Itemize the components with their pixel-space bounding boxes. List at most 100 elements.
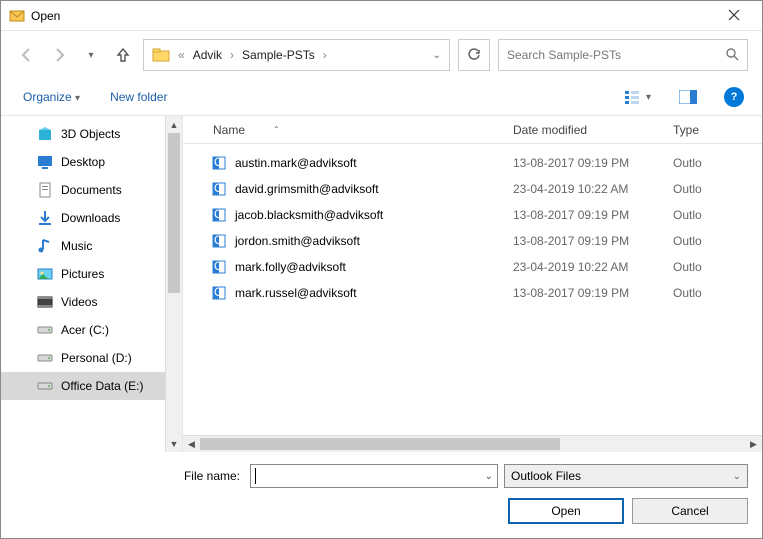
organize-button[interactable]: Organize ▾ <box>19 86 84 108</box>
search-placeholder: Search Sample-PSTs <box>507 48 725 62</box>
col-name[interactable]: Name⌃ <box>183 123 513 137</box>
file-type: Outlo <box>673 156 762 170</box>
folder-icon <box>37 378 53 394</box>
svg-text:O: O <box>214 207 223 221</box>
svg-text:O: O <box>214 181 223 195</box>
sort-indicator-icon: ⌃ <box>273 125 280 134</box>
file-date: 13-08-2017 09:19 PM <box>513 208 673 222</box>
pst-file-icon: O <box>211 155 227 171</box>
forward-button[interactable] <box>47 43 71 67</box>
help-button[interactable]: ? <box>724 87 744 107</box>
tree-item-label: Music <box>61 239 92 253</box>
app-icon <box>9 8 25 24</box>
scroll-left-icon[interactable]: ◀ <box>183 439 200 450</box>
pst-file-icon: O <box>211 259 227 275</box>
chevron-down-icon: ⌄ <box>733 471 741 482</box>
crumb-root-sep: « <box>176 48 187 62</box>
toolbar: Organize ▾ New folder ▾ ? <box>1 79 762 116</box>
back-button[interactable] <box>15 43 39 67</box>
up-button[interactable] <box>111 43 135 67</box>
pst-file-icon: O <box>211 181 227 197</box>
cancel-button[interactable]: Cancel <box>632 498 748 524</box>
nav-tree: 3D Objects Desktop Documents Downloads Music… <box>1 116 183 452</box>
file-name: david.grimsmith@adviksoft <box>235 182 379 196</box>
svg-text:O: O <box>214 285 223 299</box>
chevron-right-icon: › <box>321 48 329 62</box>
window-title: Open <box>31 9 714 23</box>
tree-item-label: Videos <box>61 295 97 309</box>
chevron-right-icon: › <box>228 48 236 62</box>
folder-icon <box>37 182 53 198</box>
close-button[interactable] <box>714 8 754 24</box>
folder-icon <box>152 46 170 64</box>
refresh-button[interactable] <box>458 39 490 71</box>
file-row[interactable]: Omark.folly@adviksoft23-04-2019 10:22 AM… <box>183 254 762 280</box>
tree-item[interactable]: Desktop <box>1 148 165 176</box>
open-button[interactable]: Open <box>508 498 624 524</box>
breadcrumb-part-0[interactable]: Advik <box>193 48 222 62</box>
new-folder-button[interactable]: New folder <box>106 86 171 108</box>
view-mode-button[interactable]: ▾ <box>624 85 652 109</box>
file-row[interactable]: Odavid.grimsmith@adviksoft 23-04-2019 10:… <box>183 176 762 202</box>
recent-dropdown[interactable]: ▾ <box>79 43 103 67</box>
filename-label: File name: <box>184 469 240 483</box>
tree-item[interactable]: Music <box>1 232 165 260</box>
svg-text:O: O <box>214 259 223 273</box>
breadcrumb-part-1[interactable]: Sample-PSTs <box>242 48 315 62</box>
tree-item-label: Downloads <box>61 211 120 225</box>
preview-pane-button[interactable] <box>674 85 702 109</box>
file-row[interactable]: Ojacob.blacksmith@adviksoft 13-08-2017 09… <box>183 202 762 228</box>
pst-file-icon: O <box>211 233 227 249</box>
svg-text:O: O <box>214 233 223 247</box>
file-row[interactable]: Ojordon.smith@adviksoft13-08-2017 09:19 … <box>183 228 762 254</box>
col-type[interactable]: Type <box>673 123 762 137</box>
tree-item-label: Desktop <box>61 155 105 169</box>
file-type: Outlo <box>673 234 762 248</box>
h-scroll-thumb[interactable] <box>200 438 560 450</box>
file-type-filter[interactable]: Outlook Files ⌄ <box>504 464 748 488</box>
folder-icon <box>37 210 53 226</box>
scroll-up-icon[interactable]: ▲ <box>166 116 182 133</box>
tree-scrollbar[interactable]: ▲ ▼ <box>165 116 182 452</box>
search-input[interactable]: Search Sample-PSTs <box>498 39 748 71</box>
file-name: mark.russel@adviksoft <box>235 286 357 300</box>
folder-icon <box>37 266 53 282</box>
file-row[interactable]: Omark.russel@adviksoft13-08-2017 09:19 P… <box>183 280 762 306</box>
pst-file-icon: O <box>211 285 227 301</box>
horizontal-scrollbar[interactable]: ◀ ▶ <box>183 435 762 452</box>
folder-icon <box>37 154 53 170</box>
pst-file-icon: O <box>211 207 227 223</box>
col-date[interactable]: Date modified <box>513 123 673 137</box>
address-bar[interactable]: « Advik › Sample-PSTs › ⌄ <box>143 39 450 71</box>
titlebar: Open <box>1 1 762 31</box>
address-dropdown[interactable]: ⌄ <box>433 50 441 61</box>
file-name: mark.folly@adviksoft <box>235 260 346 274</box>
tree-item[interactable]: Office Data (E:) <box>1 372 165 400</box>
file-type: Outlo <box>673 182 762 196</box>
file-list-area: Name⌃ Date modified Type Oaustin.mark@ad… <box>183 116 762 452</box>
file-name: austin.mark@adviksoft <box>235 156 357 170</box>
scroll-down-icon[interactable]: ▼ <box>166 435 182 452</box>
tree-item[interactable]: 3D Objects <box>1 120 165 148</box>
tree-item[interactable]: Videos <box>1 288 165 316</box>
file-type: Outlo <box>673 208 762 222</box>
file-type: Outlo <box>673 286 762 300</box>
tree-item[interactable]: Pictures <box>1 260 165 288</box>
file-name: jacob.blacksmith@adviksoft <box>235 208 383 222</box>
scroll-thumb[interactable] <box>168 133 180 293</box>
file-row[interactable]: Oaustin.mark@adviksoft13-08-2017 09:19 P… <box>183 150 762 176</box>
column-headers: Name⌃ Date modified Type <box>183 116 762 144</box>
chevron-down-icon[interactable]: ⌄ <box>485 471 493 482</box>
tree-item[interactable]: Documents <box>1 176 165 204</box>
filename-input[interactable]: ⌄ <box>250 464 498 488</box>
tree-item[interactable]: Acer (C:) <box>1 316 165 344</box>
file-date: 23-04-2019 10:22 AM <box>513 182 673 196</box>
svg-text:O: O <box>214 155 223 169</box>
folder-icon <box>37 350 53 366</box>
tree-item-label: Acer (C:) <box>61 323 109 337</box>
scroll-right-icon[interactable]: ▶ <box>745 439 762 450</box>
tree-item[interactable]: Personal (D:) <box>1 344 165 372</box>
tree-item[interactable]: Downloads <box>1 204 165 232</box>
tree-item-label: 3D Objects <box>61 127 120 141</box>
filter-label: Outlook Files <box>511 469 581 483</box>
